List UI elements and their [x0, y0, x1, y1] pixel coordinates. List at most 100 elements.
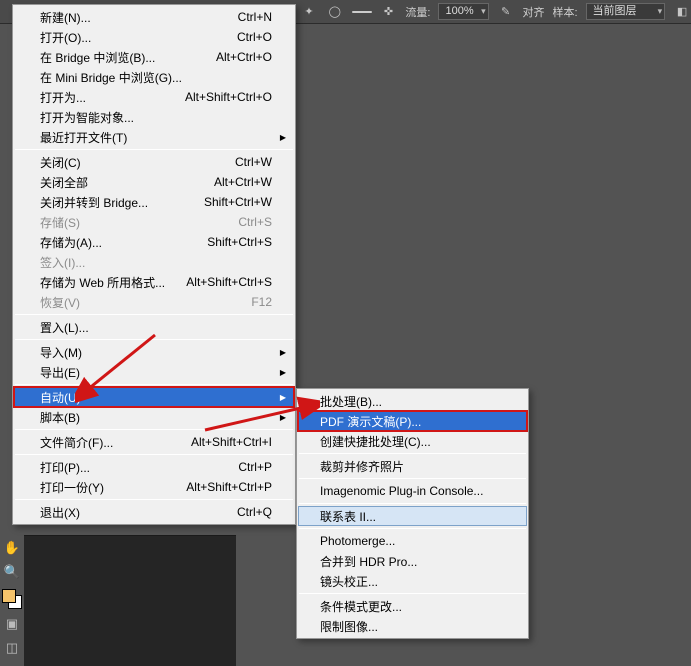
document-panel [24, 535, 236, 666]
menu-shortcut: Ctrl+W [235, 155, 272, 169]
menu-label: 存储为 Web 所用格式... [40, 274, 165, 291]
menu-label: 打开为智能对象... [40, 109, 134, 126]
menu-scripts[interactable]: 脚本(B) [14, 407, 294, 427]
screenmode-icon[interactable]: ◫ [2, 639, 22, 657]
divider [352, 11, 372, 13]
menu-browse-bridge[interactable]: 在 Bridge 中浏览(B)... Alt+Ctrl+O [14, 47, 294, 67]
menu-print[interactable]: 打印(P)... Ctrl+P [14, 457, 294, 477]
menu-label: 签入(I)... [40, 254, 85, 271]
menu-save-web[interactable]: 存储为 Web 所用格式... Alt+Shift+Ctrl+S [14, 272, 294, 292]
color-swatches[interactable] [2, 589, 22, 609]
menu-separator [15, 339, 293, 340]
menu-label: 置入(L)... [40, 319, 89, 336]
menu-close-all[interactable]: 关闭全部 Alt+Ctrl+W [14, 172, 294, 192]
menu-automate[interactable]: 自动(U) [14, 387, 294, 407]
menu-label: Imagenomic Plug-in Console... [320, 484, 483, 498]
menu-separator [15, 149, 293, 150]
menu-shortcut: Ctrl+Q [237, 505, 272, 519]
submenu-imagenomic[interactable]: Imagenomic Plug-in Console... [298, 481, 527, 501]
menu-label: 打印一份(Y) [40, 479, 104, 496]
menu-separator [299, 503, 526, 504]
menu-label: Photomerge... [320, 534, 395, 548]
menu-label: 最近打开文件(T) [40, 129, 127, 146]
menu-label: 批处理(B)... [320, 393, 382, 410]
menu-label: 导出(E) [40, 364, 80, 381]
submenu-fit-image[interactable]: 限制图像... [298, 616, 527, 636]
menu-open[interactable]: 打开(O)... Ctrl+O [14, 27, 294, 47]
tool-strip: ✋ 🔍 ▣ ◫ [0, 535, 24, 666]
airbrush-icon[interactable]: ✎ [497, 3, 515, 21]
submenu-photomerge[interactable]: Photomerge... [298, 531, 527, 551]
menu-shortcut: Ctrl+P [238, 460, 272, 474]
menu-separator [299, 528, 526, 529]
menu-label: 退出(X) [40, 504, 80, 521]
menu-label: 关闭全部 [40, 174, 88, 191]
submenu-contact-sheet[interactable]: 联系表 II... [298, 506, 527, 526]
menu-shortcut: Ctrl+O [237, 30, 272, 44]
menu-label: 关闭(C) [40, 154, 81, 171]
menu-label: 打开(O)... [40, 29, 91, 46]
menu-label: 限制图像... [320, 618, 378, 635]
menu-revert: 恢复(V) F12 [14, 292, 294, 312]
hand-tool-icon[interactable]: ✋ [2, 539, 22, 557]
menu-label: 恢复(V) [40, 294, 80, 311]
brush-mode-icon[interactable]: ◯ [326, 3, 344, 21]
menu-separator [299, 478, 526, 479]
zoom-tool-icon[interactable]: 🔍 [2, 563, 22, 581]
menu-close-bridge[interactable]: 关闭并转到 Bridge... Shift+Ctrl+W [14, 192, 294, 212]
menu-open-as[interactable]: 打开为... Alt+Shift+Ctrl+O [14, 87, 294, 107]
menu-new[interactable]: 新建(N)... Ctrl+N [14, 7, 294, 27]
menu-separator [299, 593, 526, 594]
menu-place[interactable]: 置入(L)... [14, 317, 294, 337]
file-menu: 新建(N)... Ctrl+N 打开(O)... Ctrl+O 在 Bridge… [12, 4, 296, 525]
submenu-merge-hdr[interactable]: 合并到 HDR Pro... [298, 551, 527, 571]
quickmask-icon[interactable]: ▣ [2, 615, 22, 633]
submenu-pdf-presentation[interactable]: PDF 演示文稿(P)... [298, 411, 527, 431]
menu-shortcut: Alt+Shift+Ctrl+I [191, 435, 272, 449]
menu-checkin: 签入(I)... [14, 252, 294, 272]
menu-import[interactable]: 导入(M) [14, 342, 294, 362]
sample-label: 样本: [552, 4, 577, 20]
menu-exit[interactable]: 退出(X) Ctrl+Q [14, 502, 294, 522]
menu-label: 在 Bridge 中浏览(B)... [40, 49, 155, 66]
menu-shortcut: F12 [251, 295, 272, 309]
menu-label: 导入(M) [40, 344, 82, 361]
clone-icon[interactable]: ✜ [380, 3, 398, 21]
menu-label: 联系表 II... [320, 508, 376, 525]
sample-combo[interactable]: 当前图层 [586, 3, 666, 20]
menu-label: 镜头校正... [320, 573, 378, 590]
menu-save-as[interactable]: 存储为(A)... Shift+Ctrl+S [14, 232, 294, 252]
menu-open-smart[interactable]: 打开为智能对象... [14, 107, 294, 127]
menu-print-one[interactable]: 打印一份(Y) Alt+Shift+Ctrl+P [14, 477, 294, 497]
menu-label: 打印(P)... [40, 459, 90, 476]
menu-file-info[interactable]: 文件简介(F)... Alt+Shift+Ctrl+I [14, 432, 294, 452]
submenu-cond-mode[interactable]: 条件模式更改... [298, 596, 527, 616]
menu-separator [15, 429, 293, 430]
flow-combo[interactable]: 100% [438, 3, 488, 20]
menu-shortcut: Ctrl+S [238, 215, 272, 229]
menu-label: 存储为(A)... [40, 234, 102, 251]
align-label: 对齐 [522, 4, 544, 20]
automate-submenu: 批处理(B)... PDF 演示文稿(P)... 创建快捷批处理(C)... 裁… [296, 388, 529, 639]
menu-label: 脚本(B) [40, 409, 80, 426]
menu-browse-minibridge[interactable]: 在 Mini Bridge 中浏览(G)... [14, 67, 294, 87]
spot-heal-icon[interactable]: ✦ [300, 3, 318, 21]
menu-close[interactable]: 关闭(C) Ctrl+W [14, 152, 294, 172]
menu-separator [15, 314, 293, 315]
menu-label: 新建(N)... [40, 9, 91, 26]
submenu-quick-batch[interactable]: 创建快捷批处理(C)... [298, 431, 527, 451]
menu-separator [15, 499, 293, 500]
menu-label: 存储(S) [40, 214, 80, 231]
flow-label: 流量: [405, 4, 430, 20]
tool-extra-icon[interactable]: ◧ [673, 3, 691, 21]
menu-label: 自动(U) [40, 389, 81, 406]
menu-export[interactable]: 导出(E) [14, 362, 294, 382]
menu-label: 文件简介(F)... [40, 434, 113, 451]
submenu-batch[interactable]: 批处理(B)... [298, 391, 527, 411]
menu-recent[interactable]: 最近打开文件(T) [14, 127, 294, 147]
submenu-lens-correction[interactable]: 镜头校正... [298, 571, 527, 591]
menu-separator [15, 384, 293, 385]
menu-label: 条件模式更改... [320, 598, 402, 615]
fg-swatch[interactable] [2, 589, 16, 603]
submenu-crop-straighten[interactable]: 裁剪并修齐照片 [298, 456, 527, 476]
